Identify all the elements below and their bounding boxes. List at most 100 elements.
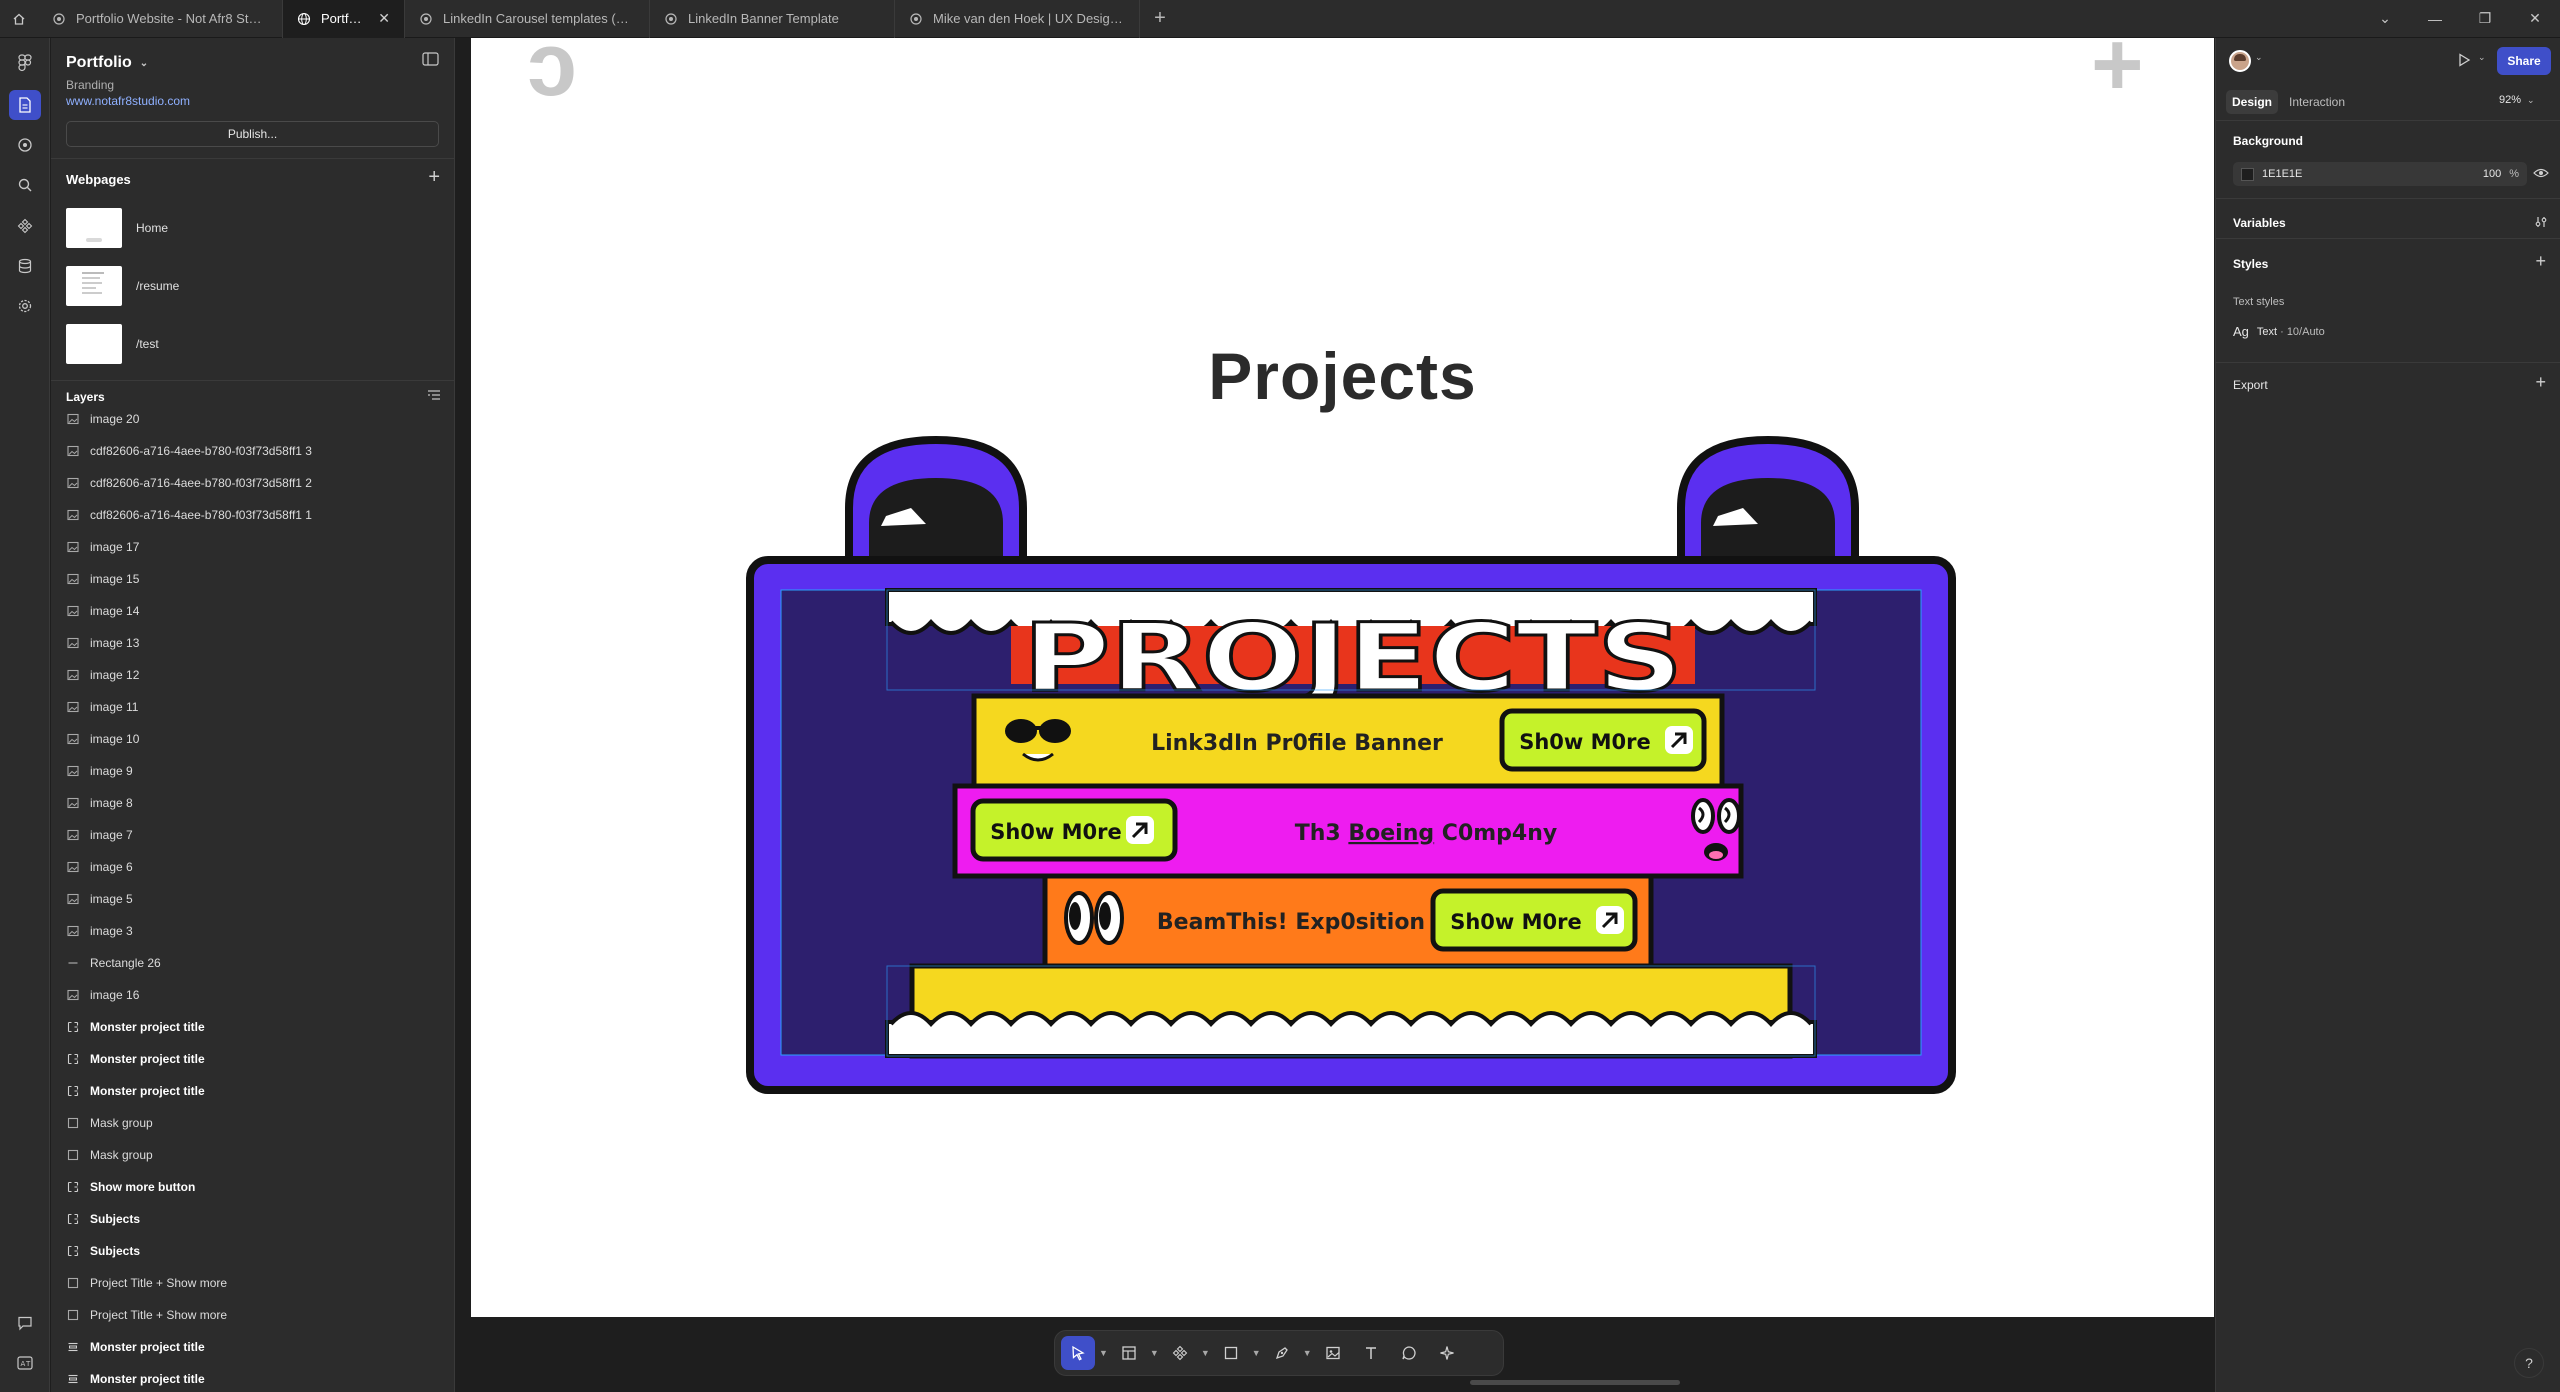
site-url-link[interactable]: www.notafr8studio.com: [66, 94, 190, 108]
add-webpage-button[interactable]: +: [428, 166, 440, 189]
layer-row[interactable]: cdf82606-a716-4aee-b780-f03f73d58ff1 1: [51, 499, 454, 531]
zoom-dropdown[interactable]: 92% ⌄: [2499, 94, 2535, 106]
toggle-sidebar-button[interactable]: [422, 52, 439, 66]
layers-options-button[interactable]: [427, 389, 441, 401]
restore-button[interactable]: ❐: [2460, 0, 2510, 38]
layer-row[interactable]: image 13: [51, 627, 454, 659]
tab-linkedin-banner[interactable]: LinkedIn Banner Template: [650, 0, 895, 38]
layer-row[interactable]: image 17: [51, 531, 454, 563]
show-more-button[interactable]: Sh0w M0re: [970, 798, 1178, 862]
chevron-down-icon[interactable]: ▼: [1150, 1348, 1159, 1358]
tab-portfolio-website[interactable]: Portfolio Website - Not Afr8 Studio: [38, 0, 283, 38]
show-more-button[interactable]: Sh0w M0re: [1430, 888, 1638, 952]
chevron-down-icon[interactable]: ▼: [1099, 1348, 1108, 1358]
move-tool[interactable]: [1061, 1336, 1095, 1370]
tabs-dropdown-button[interactable]: ⌄: [2360, 0, 2410, 38]
comment-tool[interactable]: [1392, 1336, 1426, 1370]
layer-row[interactable]: Monster project title: [51, 1075, 454, 1107]
assets-button[interactable]: [9, 130, 41, 160]
layer-row[interactable]: image 6: [51, 851, 454, 883]
webpage-item-test[interactable]: /test: [66, 324, 159, 364]
layer-row[interactable]: cdf82606-a716-4aee-b780-f03f73d58ff1 2: [51, 467, 454, 499]
toggle-visibility-button[interactable]: [2533, 166, 2549, 180]
monster-projects-illustration[interactable]: PROJECTS Link3dIn Pr0file Banner Sh0w M0…: [471, 38, 2214, 1317]
layer-row[interactable]: cdf82606-a716-4aee-b780-f03f73d58ff1 3: [51, 435, 454, 467]
layer-row[interactable]: Mask group: [51, 1107, 454, 1139]
translate-button[interactable]: AT: [9, 1348, 41, 1378]
components-button[interactable]: [9, 211, 41, 241]
layer-row[interactable]: Project Title + Show more: [51, 1267, 454, 1299]
layer-row[interactable]: image 7: [51, 819, 454, 851]
layer-row[interactable]: Mask group: [51, 1139, 454, 1171]
layer-row[interactable]: Monster project title: [51, 1043, 454, 1075]
background-opacity[interactable]: 100: [2483, 168, 2501, 180]
layer-row[interactable]: Show more button: [51, 1171, 454, 1203]
layer-row[interactable]: image 5: [51, 883, 454, 915]
publish-button[interactable]: Publish...: [66, 121, 439, 147]
webpage-item-resume[interactable]: /resume: [66, 266, 179, 306]
horizontal-scrollbar[interactable]: [1470, 1380, 1680, 1385]
component-tool[interactable]: [1163, 1336, 1197, 1370]
main-menu-button[interactable]: [9, 48, 41, 78]
layer-row[interactable]: image 12: [51, 659, 454, 691]
chevron-down-icon[interactable]: ▼: [1252, 1348, 1261, 1358]
layer-row[interactable]: image 15: [51, 563, 454, 595]
layer-row[interactable]: Monster project title: [51, 1331, 454, 1363]
layer-row[interactable]: Monster project title: [51, 1011, 454, 1043]
settings-button[interactable]: [9, 291, 41, 321]
layer-row[interactable]: image 8: [51, 787, 454, 819]
layer-row[interactable]: Subjects: [51, 1203, 454, 1235]
webpage-item-home[interactable]: Home: [66, 208, 168, 248]
show-more-button[interactable]: Sh0w M0re: [1499, 708, 1707, 772]
layer-row[interactable]: Subjects: [51, 1235, 454, 1267]
image-tool[interactable]: [1316, 1336, 1350, 1370]
shape-tool[interactable]: [1214, 1336, 1248, 1370]
tab-interaction[interactable]: Interaction: [2283, 90, 2351, 114]
tab-portfolio[interactable]: Portfolio ✕: [283, 0, 405, 38]
share-button[interactable]: Share: [2497, 47, 2551, 75]
color-swatch[interactable]: [2241, 167, 2254, 181]
text-tool[interactable]: [1354, 1336, 1388, 1370]
add-style-button[interactable]: +: [2535, 251, 2546, 272]
chevron-down-icon[interactable]: ⌄: [2478, 52, 2486, 63]
search-button[interactable]: [9, 170, 41, 200]
ai-actions-tool[interactable]: [1430, 1336, 1464, 1370]
help-button[interactable]: ?: [2514, 1348, 2544, 1378]
chevron-down-icon[interactable]: ⌄: [2255, 52, 2263, 63]
layer-row[interactable]: image 10: [51, 723, 454, 755]
layer-row[interactable]: image 20: [51, 403, 454, 435]
close-window-button[interactable]: ✕: [2510, 0, 2560, 38]
tab-linkedin-carousel[interactable]: LinkedIn Carousel templates (Commu: [405, 0, 650, 38]
layer-row[interactable]: Monster project title: [51, 1363, 454, 1392]
layer-row[interactable]: image 9: [51, 755, 454, 787]
tab-design[interactable]: Design: [2226, 90, 2279, 114]
home-button[interactable]: [0, 0, 38, 38]
page-frame[interactable]: ↄ + Projects PROJECTS Link3dIn Pr0file B…: [471, 38, 2214, 1317]
chevron-down-icon[interactable]: ▼: [1303, 1348, 1312, 1358]
layer-row[interactable]: image 16: [51, 979, 454, 1011]
layer-row[interactable]: Project Title + Show more: [51, 1299, 454, 1331]
user-avatar[interactable]: [2229, 50, 2251, 72]
pen-tool[interactable]: [1265, 1336, 1299, 1370]
text-style-item[interactable]: Ag Text · 10/Auto: [2233, 324, 2325, 339]
frame-tool[interactable]: [1112, 1336, 1146, 1370]
project-row-beamthis[interactable]: BeamThis! Exp0sition Sh0w M0re: [1042, 873, 1654, 969]
project-row-boeing[interactable]: Sh0w M0re Th3 Boeing C0mp4ny: [952, 783, 1744, 879]
minimize-button[interactable]: —: [2410, 0, 2460, 38]
pages-button[interactable]: [9, 90, 41, 120]
comments-button[interactable]: [9, 1308, 41, 1338]
layer-row[interactable]: image 11: [51, 691, 454, 723]
close-tab-icon[interactable]: ✕: [378, 10, 390, 27]
layer-row[interactable]: image 3: [51, 915, 454, 947]
background-fill-field[interactable]: 1E1E1E 100 %: [2233, 162, 2527, 186]
chevron-down-icon[interactable]: ▼: [1201, 1348, 1210, 1358]
new-tab-button[interactable]: +: [1140, 0, 1180, 38]
preview-button[interactable]: [2456, 52, 2472, 68]
project-row-linkedin[interactable]: Link3dIn Pr0file Banner Sh0w M0re: [971, 693, 1725, 789]
add-export-button[interactable]: +: [2535, 372, 2546, 393]
cms-button[interactable]: [9, 251, 41, 281]
file-name-menu[interactable]: Portfolio ⌄: [66, 54, 148, 72]
background-hex[interactable]: 1E1E1E: [2262, 168, 2302, 180]
layer-row[interactable]: Rectangle 26: [51, 947, 454, 979]
variables-button[interactable]: [2534, 215, 2548, 229]
